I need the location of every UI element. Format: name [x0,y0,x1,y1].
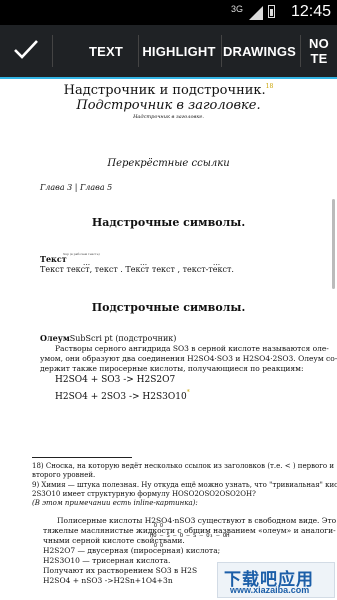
status-bar: 3G 12:45 [0,0,337,25]
footnote-9-italic: (В этом примечании есть inline-картинка)… [32,499,198,507]
oleum-subscript: SubScri pt [69,334,113,343]
network-type: 3G [230,4,243,14]
equation-2-text: H2SO4 + 2SO3 -> H2S3O10 [55,392,187,402]
note-button[interactable]: NO TE [301,25,337,77]
footnote-18: 18) Сноска, на которую ведёт несколько с… [32,462,334,470]
clock: 12:45 [290,3,331,20]
equation-2: H2SO4 + 2SO3 -> H2S3O10* [55,389,190,402]
para2-line: H2S2O7 — двусерная (пиросерная) кислота; [43,546,221,555]
divider [52,35,53,67]
para2-line: тяжелые маслянистые жидкости с общим наз… [43,526,336,535]
title-2-subscript: Надстрочник в заголовке. [133,114,204,120]
subscripts-heading: Подстрочные символы. [91,301,246,314]
para2-line: чными серной кислоте свойствами. [43,536,185,545]
footnote-9-line: 2S3O10 имеет структурную формулу НОSO2OS… [32,490,256,498]
para1-line: умом, они образуют два соединения H2SO4·… [40,354,337,363]
watermark-logo: 下载吧应用 www.xiazaiba.com [217,562,335,598]
watermark-url: www.xiazaiba.com [230,585,310,595]
footnote-ref-9[interactable]: * [187,389,190,396]
footnote-18-cont: второго уровней. [32,471,96,479]
footnote-ref-18[interactable]: 18 [266,83,274,90]
note-label-line2: TE [310,51,328,66]
sup-mark: ••• [140,262,148,267]
text-label-note: Sup (в рабочем тексте) [63,252,100,256]
signal-icon [249,5,263,24]
oleum-label: Олеум [40,333,70,343]
scrollbar[interactable] [332,199,335,289]
equation-1: H2SO4 + SO3 -> H2S2O7 [55,375,176,385]
para1-line: Растворы серного ангидрида SO3 в серной … [55,344,329,353]
para2-line: H2S3O10 — трисерная кислота. [43,556,171,565]
para2-line: H2SO4 + nSO3 ->H2Sn+1O4+3n [43,576,173,585]
text-button[interactable]: TEXT [76,25,136,77]
battery-icon [268,5,275,18]
title-1: Надстрочник и подстрочник.18 [0,83,337,98]
action-bar: TEXT HIGHLIGHT DRAWINGS NO TE [0,25,337,79]
sup-mark: ••• [83,262,91,267]
note-label-line1: NO [309,36,329,51]
oleum-line: ОлеумSubScri pt (подстрочник) [40,333,176,343]
sup-mark: ••• [213,262,221,267]
title-1-text: Надстрочник и подстрочник. [63,83,266,98]
done-button[interactable] [0,25,52,77]
title-2: Подстрочник в заголовке. [76,98,261,113]
drawings-button[interactable]: DRAWINGS [222,25,297,77]
text-sample-line: Текст текст, текст . Текст текст , текст… [40,265,234,274]
oleum-note: (подстрочник) [115,334,177,343]
checkmark-icon [13,38,39,64]
cross-refs-links[interactable]: Глава 3 | Глава 5 [40,183,112,192]
para2-line: Получают их растворением SO3 в H2S [43,566,198,575]
superscripts-heading: Надстрочные символы. [91,216,246,229]
document-page[interactable]: Надстрочник и подстрочник.18 Подстрочник… [0,79,337,600]
cross-refs-heading: Перекрёстные ссылки [107,158,230,169]
highlight-button[interactable]: HIGHLIGHT [139,25,219,77]
para1-line: держит также пиросерные кислоты, получаю… [40,364,304,373]
footnote-separator [32,457,132,458]
footnote-9-line: 9) Химия — штука полезная. Ну откуда ещё… [32,481,337,489]
para2-line: Полисерные кислоты H2SO4·nSO3 существуют… [57,516,337,525]
